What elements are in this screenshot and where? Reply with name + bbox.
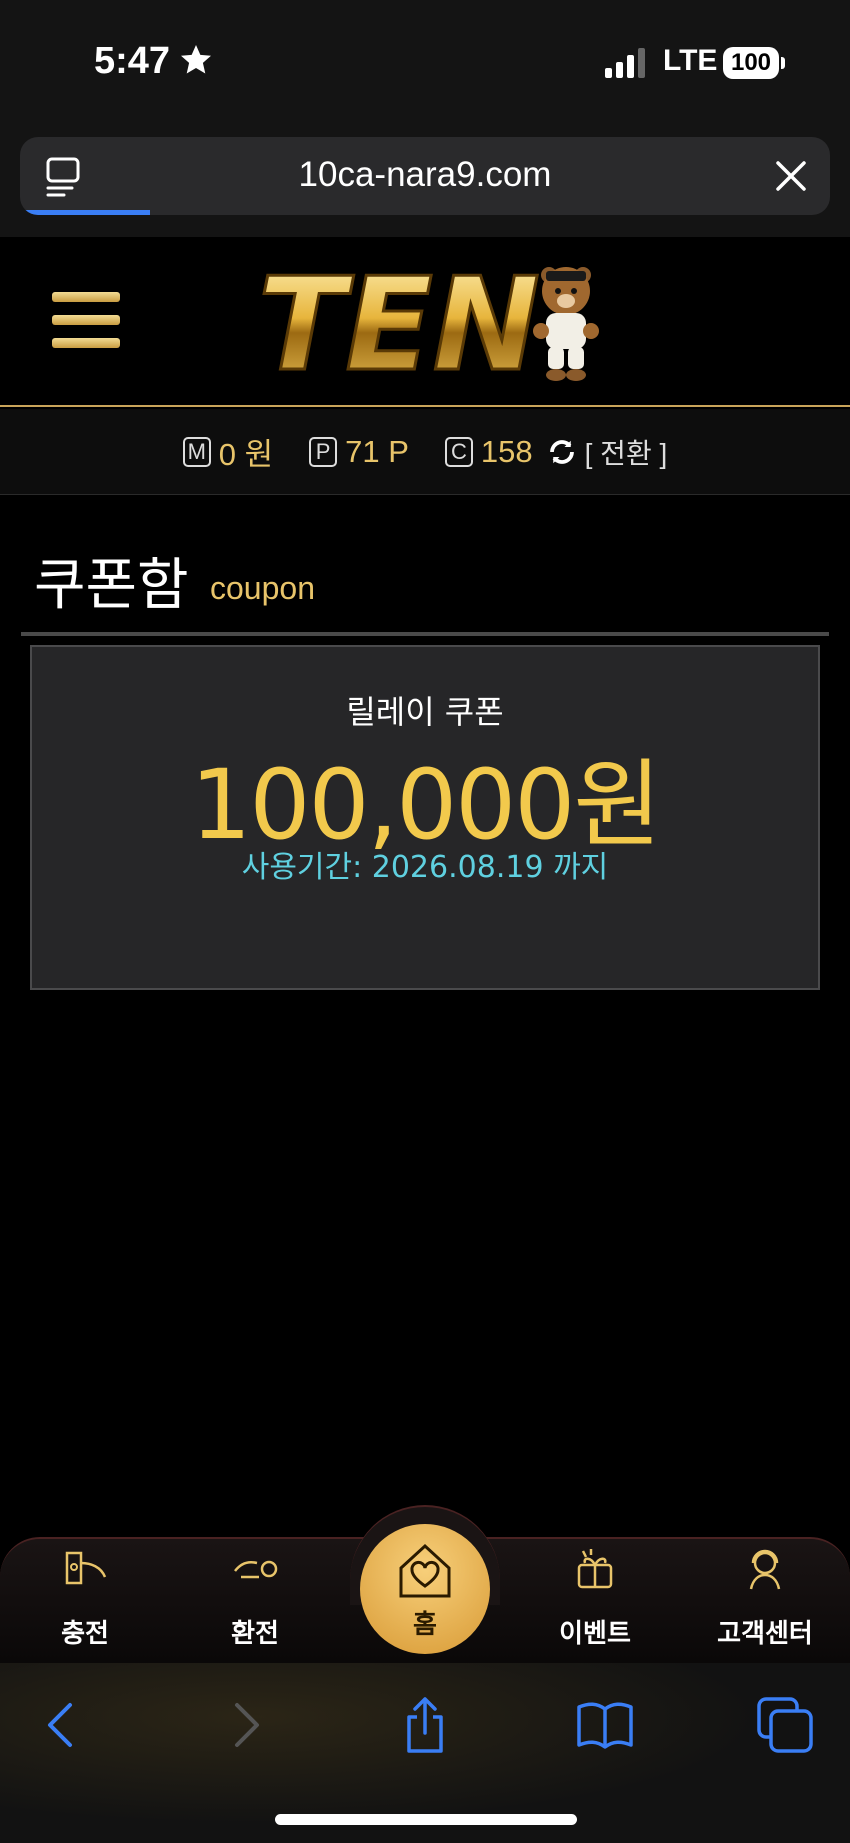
nav-exchange[interactable]: 환전 bbox=[180, 1539, 330, 1665]
support-icon bbox=[749, 1549, 781, 1590]
nav-support[interactable]: 고객센터 bbox=[690, 1539, 840, 1665]
url-text[interactable]: 10ca-nara9.com bbox=[20, 155, 830, 195]
nav-event-label: 이벤트 bbox=[559, 1619, 631, 1649]
site-header: TEN bbox=[0, 237, 850, 407]
money-balance: M 0 원 bbox=[182, 429, 274, 474]
bookmarks-icon[interactable] bbox=[575, 1695, 635, 1755]
money-value: 0 원 bbox=[218, 437, 274, 472]
nav-home-label: 홈 bbox=[413, 1610, 437, 1640]
browser-address-area: 10ca-nara9.com bbox=[0, 125, 850, 237]
address-bar[interactable]: 10ca-nara9.com bbox=[20, 137, 830, 215]
coin-value: 158 bbox=[480, 433, 533, 469]
nav-charge[interactable]: 충전 bbox=[10, 1539, 160, 1665]
money-icon: M bbox=[182, 436, 211, 467]
battery-tip bbox=[781, 57, 785, 69]
status-bar: 5:47 LTE 100 bbox=[0, 0, 850, 125]
close-icon[interactable] bbox=[774, 159, 808, 193]
balance-bar: M 0 원 P 71 P C 158 [ 전환 ] bbox=[0, 409, 850, 495]
point-value: 71 P bbox=[345, 433, 409, 469]
status-time: 5:47 bbox=[94, 40, 171, 82]
title-divider bbox=[21, 632, 829, 636]
network-type: LTE bbox=[663, 44, 718, 77]
site-logo[interactable]: TEN bbox=[258, 257, 603, 387]
forward-icon[interactable] bbox=[215, 1695, 275, 1755]
nav-event[interactable]: 이벤트 bbox=[520, 1539, 670, 1665]
switch-label: [ 전환 ] bbox=[584, 437, 668, 469]
gift-icon bbox=[577, 1549, 613, 1589]
star-icon bbox=[181, 45, 211, 74]
page-load-progress bbox=[20, 210, 150, 215]
page-title: 쿠폰함 bbox=[34, 553, 189, 618]
share-icon[interactable] bbox=[395, 1695, 455, 1755]
coupon-card[interactable]: 릴레이 쿠폰 100,000원 사용기간: 2026.08.19 까지 bbox=[30, 645, 820, 990]
page-subtitle: coupon bbox=[210, 570, 315, 606]
coin-balance: C 158 bbox=[423, 434, 533, 470]
battery-indicator: 100 bbox=[723, 47, 779, 79]
hamburger-menu-icon[interactable] bbox=[52, 292, 120, 352]
nav-support-label: 고객센터 bbox=[717, 1619, 813, 1649]
nav-exchange-label: 환전 bbox=[231, 1619, 279, 1649]
switch-button[interactable]: [ 전환 ] bbox=[547, 432, 668, 472]
coupon-period: 사용기간: 2026.08.19 까지 bbox=[241, 850, 609, 885]
nav-charge-label: 충전 bbox=[61, 1619, 109, 1649]
point-balance: P 71 P bbox=[287, 434, 409, 470]
refresh-icon bbox=[549, 439, 574, 464]
tabs-icon[interactable] bbox=[755, 1695, 815, 1755]
exchange-icon bbox=[234, 1560, 278, 1579]
charge-icon bbox=[65, 1551, 107, 1585]
home-heart-icon bbox=[399, 1543, 451, 1598]
bear-mascot bbox=[533, 267, 599, 381]
nav-home-button[interactable]: 홈 bbox=[360, 1524, 490, 1654]
coin-icon: C bbox=[444, 436, 473, 467]
point-icon: P bbox=[309, 436, 338, 467]
back-icon[interactable] bbox=[32, 1695, 92, 1755]
home-indicator[interactable] bbox=[275, 1814, 577, 1825]
signal-icon bbox=[605, 48, 645, 78]
svg-text:TEN: TEN bbox=[258, 257, 540, 387]
